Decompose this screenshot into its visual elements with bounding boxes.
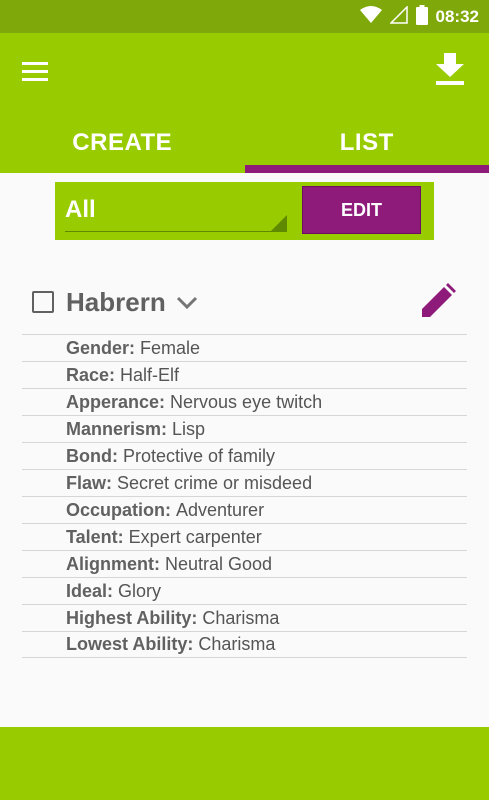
tab-bar: CREATE LIST	[0, 113, 489, 173]
attribute-row: Occupation: Adventurer	[22, 496, 467, 523]
attribute-value: Half-Elf	[120, 364, 180, 385]
tab-list[interactable]: LIST	[244, 113, 489, 173]
character-checkbox[interactable]	[32, 291, 54, 313]
attribute-row: Mannerism: Lisp	[22, 415, 467, 442]
tab-list-label: LIST	[339, 129, 394, 156]
edit-pencil-icon[interactable]	[420, 283, 456, 319]
attribute-label: Highest Ability:	[66, 607, 198, 628]
battery-icon	[415, 4, 428, 30]
attribute-value: Protective of family	[122, 445, 276, 466]
attribute-value: Charisma	[198, 634, 276, 654]
attribute-label: Talent:	[66, 526, 124, 547]
wifi-icon	[359, 5, 382, 29]
attribute-label: Mannerism:	[66, 418, 168, 439]
attribute-label: Race:	[66, 364, 116, 385]
attribute-label: Ideal:	[66, 580, 114, 601]
attribute-row: Apperance: Nervous eye twitch	[22, 388, 467, 415]
app-bar: CREATE LIST	[0, 33, 489, 173]
attribute-row: Talent: Expert carpenter	[22, 523, 467, 550]
character-attributes: Gender: Female Race: Half-Elf Apperance: Ne…	[22, 334, 467, 658]
attribute-label: Apperance:	[66, 391, 166, 412]
attribute-value: Charisma	[202, 607, 280, 628]
attribute-label: Flaw:	[66, 472, 113, 493]
attribute-value: Lisp	[172, 418, 206, 439]
attribute-label: Lowest Ability:	[66, 634, 194, 654]
attribute-row: Lowest Ability: Charisma	[22, 631, 467, 658]
character-header: Habrern	[0, 270, 489, 334]
attribute-value: Neutral Good	[165, 553, 273, 574]
attribute-row: Alignment: Neutral Good	[22, 550, 467, 577]
attribute-value: Secret crime or misdeed	[117, 472, 313, 493]
status-time: 08:32	[435, 7, 479, 26]
tab-create[interactable]: CREATE	[0, 113, 245, 173]
tab-create-label: CREATE	[72, 129, 173, 156]
attribute-row: Ideal: Glory	[22, 577, 467, 604]
status-bar: 08:32	[0, 0, 489, 33]
attribute-label: Bond:	[66, 445, 118, 466]
filter-dropdown-value: All	[65, 196, 96, 223]
attribute-value: Expert carpenter	[128, 526, 262, 547]
dropdown-arrow-icon	[271, 215, 287, 231]
attribute-label: Alignment:	[66, 553, 160, 574]
attribute-row: Gender: Female	[22, 334, 467, 361]
status-icons: 08:32	[359, 4, 479, 30]
attribute-value: Adventurer	[176, 499, 265, 520]
attribute-value: Glory	[118, 580, 162, 601]
filter-dropdown[interactable]: All	[65, 188, 287, 234]
attribute-label: Occupation:	[66, 499, 172, 520]
download-icon[interactable]	[433, 51, 467, 87]
dropdown-underline	[65, 231, 287, 232]
character-name: Habrern	[66, 287, 166, 317]
attribute-row: Flaw: Secret crime or misdeed	[22, 469, 467, 496]
edit-button[interactable]: EDIT	[302, 186, 421, 234]
menu-icon[interactable]	[22, 57, 54, 85]
attribute-value: Female	[140, 337, 201, 358]
signal-icon	[388, 4, 408, 29]
attribute-row: Highest Ability: Charisma	[22, 604, 467, 631]
attribute-row: Race: Half-Elf	[22, 361, 467, 388]
attribute-value: Nervous eye twitch	[170, 391, 323, 412]
bottom-bar	[0, 727, 489, 800]
chevron-down-icon[interactable]	[176, 292, 198, 312]
filter-bar: All EDIT	[55, 182, 434, 240]
attribute-label: Gender:	[66, 337, 136, 358]
attribute-row: Bond: Protective of family	[22, 442, 467, 469]
tab-selected-indicator	[244, 165, 489, 173]
